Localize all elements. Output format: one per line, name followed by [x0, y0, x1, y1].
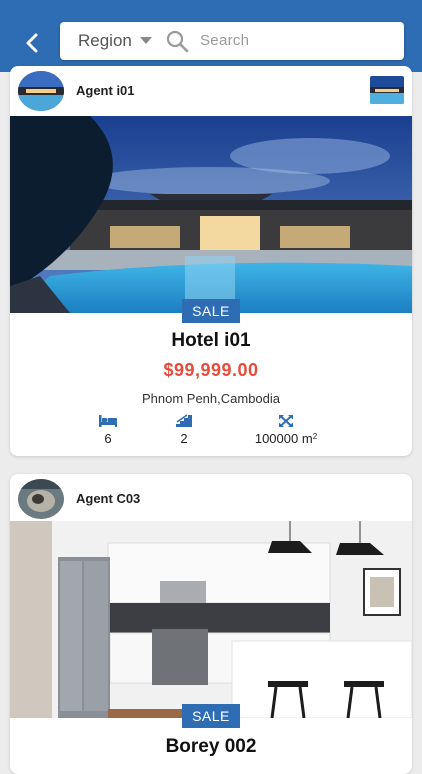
agent-avatar[interactable]: [18, 71, 64, 111]
floors-value: 2: [180, 431, 188, 446]
listing-location: Phnom Penh,Cambodia: [141, 391, 281, 406]
bed-icon: [99, 415, 117, 427]
area-feature: 100000 m2: [246, 414, 326, 446]
caret-down-icon[interactable]: [140, 37, 152, 44]
agent-avatar[interactable]: [18, 479, 64, 519]
area-unit: m: [301, 431, 313, 446]
bedrooms-feature: 6: [96, 414, 120, 446]
chevron-left-icon[interactable]: [18, 28, 48, 58]
listing-photo[interactable]: [10, 521, 412, 718]
agent-name[interactable]: Agent i01: [76, 83, 135, 98]
expand-arrows-icon: [279, 414, 293, 428]
floors-feature: 2: [172, 414, 196, 446]
agent-name[interactable]: Agent C03: [76, 491, 140, 506]
region-dropdown[interactable]: Region: [78, 31, 132, 51]
listing-title[interactable]: Hotel i01: [10, 330, 412, 352]
agent-row[interactable]: Agent i01: [10, 66, 412, 114]
sale-badge: SALE: [182, 299, 240, 323]
search-icon: [166, 30, 189, 53]
listing-card[interactable]: Agent i01 SALE Hotel i01 $99,999.00 Phno…: [10, 66, 412, 456]
area-number: 100000: [254, 431, 299, 446]
bedrooms-value: 6: [104, 431, 112, 446]
area-value: 100000 m2: [246, 431, 326, 446]
top-app-bar: Region Search: [0, 0, 422, 72]
stairs-icon: [176, 414, 192, 427]
listing-card[interactable]: Agent C03 SALE Borey 002: [10, 474, 412, 774]
sale-badge: SALE: [182, 704, 240, 728]
search-input[interactable]: Search: [200, 32, 249, 49]
agent-row[interactable]: Agent C03: [10, 474, 412, 522]
search-bar: Region Search: [60, 22, 404, 60]
area-exponent: 2: [312, 432, 318, 441]
listing-price: $99,999.00: [163, 360, 259, 380]
listing-thumbnail[interactable]: [370, 76, 404, 104]
listing-photo[interactable]: [10, 116, 412, 313]
listing-title[interactable]: Borey 002: [10, 736, 412, 758]
